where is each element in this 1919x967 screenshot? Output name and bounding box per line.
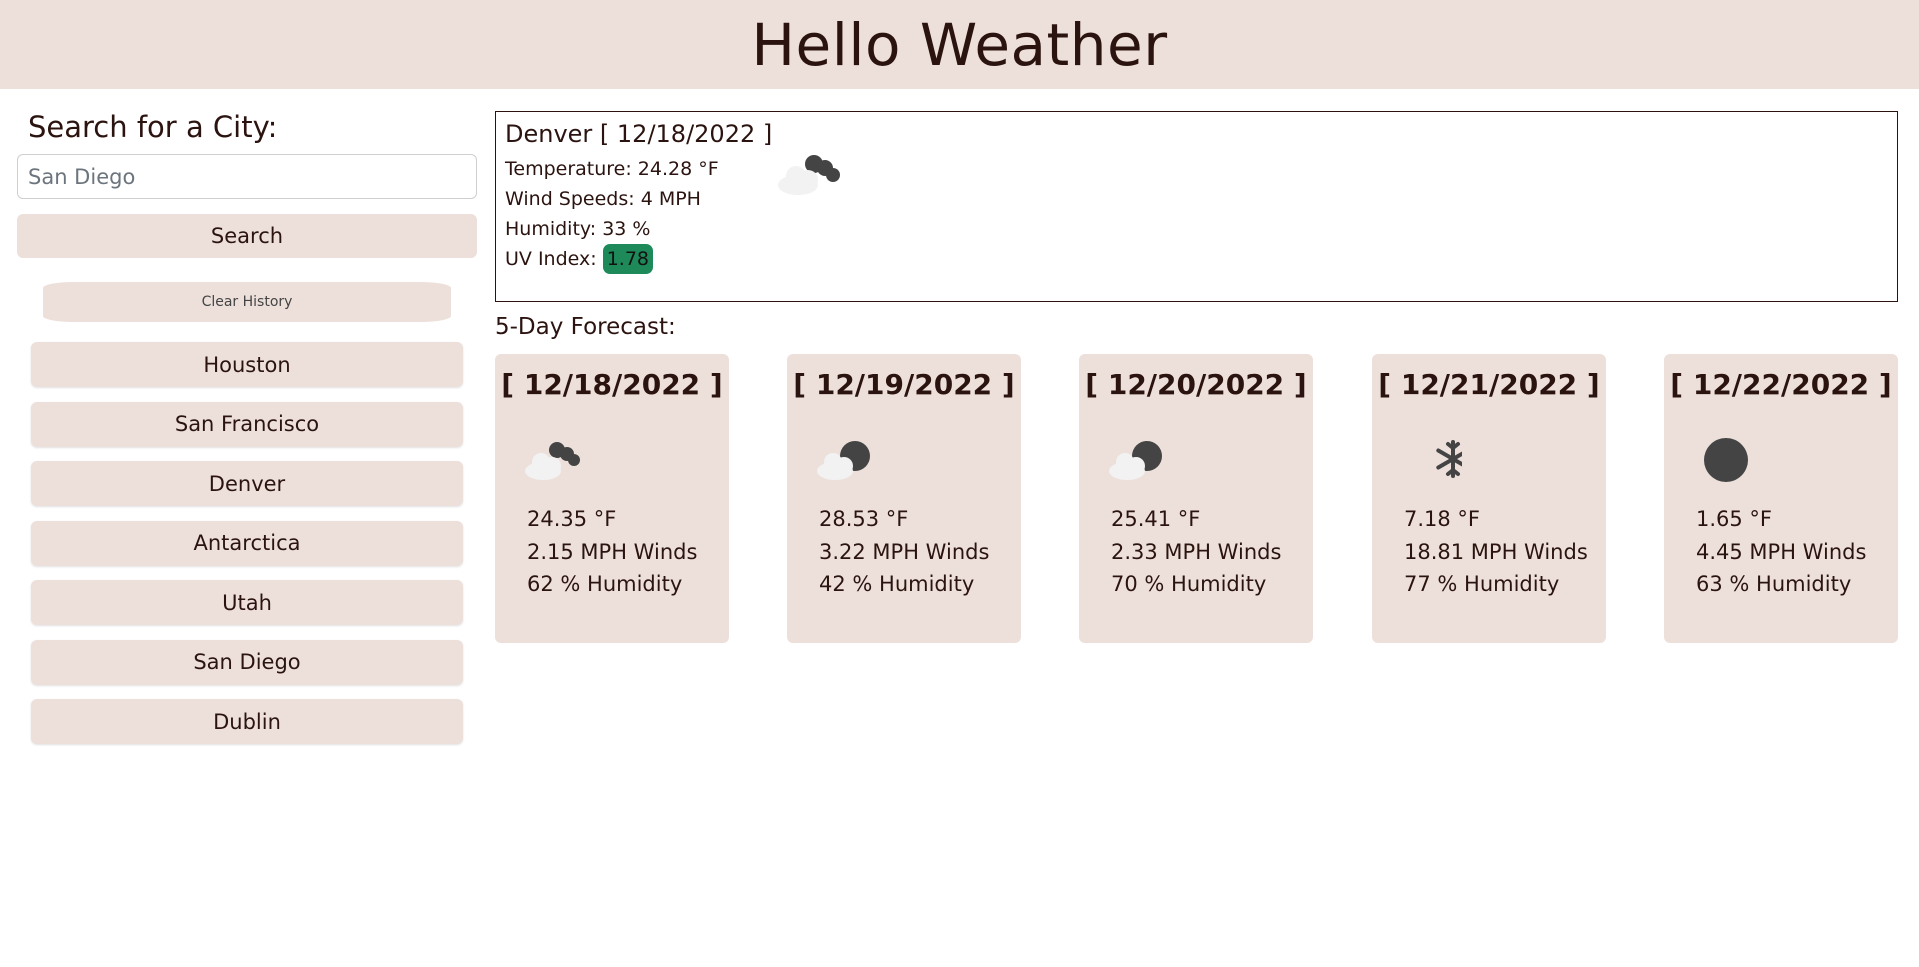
search-button[interactable]: Search <box>17 214 477 258</box>
history-city-button[interactable]: Houston <box>31 342 463 387</box>
forecast-humidity: 77 % Humidity <box>1404 572 1560 596</box>
forecast-wind: 3.22 MPH Winds <box>819 539 990 564</box>
forecast-wind: 2.15 MPH Winds <box>527 539 698 564</box>
partly-cloudy-night-icon <box>1109 441 1162 480</box>
history-city-button[interactable]: San Francisco <box>31 401 463 447</box>
forecast-wind: 2.33 MPH Winds <box>1111 539 1282 564</box>
forecast-temp: 1.65 °F <box>1696 507 1773 531</box>
history-city-button[interactable]: Dublin <box>31 699 463 744</box>
app-header: Hello Weather <box>0 0 1919 89</box>
city-search-input[interactable] <box>17 154 477 199</box>
forecast-temp: 7.18 °F <box>1404 507 1481 531</box>
partly-cloudy-night-icon <box>817 441 870 480</box>
forecast-date: [ 12/20/2022 ] <box>1085 368 1307 401</box>
current-uv-row: UV Index: 1.78 <box>505 244 1888 274</box>
history-city-button[interactable]: Utah <box>31 580 463 625</box>
forecast-temp: 25.41 °F <box>1111 507 1201 531</box>
forecast-date: [ 12/22/2022 ] <box>1670 368 1892 401</box>
forecast-details: 7.18 °F 18.81 MPH Winds 77 % Humidity <box>1386 503 1596 601</box>
app-title: Hello Weather <box>751 10 1168 79</box>
forecast-details: 1.65 °F 4.45 MPH Winds 63 % Humidity <box>1678 503 1888 601</box>
current-wind: Wind Speeds: 4 MPH <box>505 188 701 210</box>
forecast-wind: 4.45 MPH Winds <box>1696 539 1867 564</box>
uv-index-badge: 1.78 <box>602 244 654 274</box>
search-history-list: Houston San Francisco Denver Antarctica … <box>17 342 477 744</box>
forecast-card: [ 12/18/2022 ] 24.35 °F 2.15 MPH Winds 6… <box>495 354 729 643</box>
search-heading: Search for a City: <box>28 110 278 144</box>
history-city-button[interactable]: Antarctica <box>31 520 463 566</box>
forecast-temp: 24.35 °F <box>527 507 617 531</box>
forecast-card: [ 12/22/2022 ] 1.65 °F 4.45 MPH Winds 63… <box>1664 354 1898 643</box>
snowflake-icon <box>1436 440 1462 478</box>
clear-night-icon <box>1704 438 1748 482</box>
forecast-date: [ 12/21/2022 ] <box>1378 368 1600 401</box>
current-temperature: Temperature: 24.28 °F <box>505 158 719 180</box>
history-city-button[interactable]: Denver <box>31 461 463 506</box>
current-city-date: Denver [ 12/18/2022 ] <box>505 120 773 148</box>
forecast-card: [ 12/19/2022 ] 28.53 °F 3.22 MPH Winds 4… <box>787 354 1021 643</box>
forecast-details: 24.35 °F 2.15 MPH Winds 62 % Humidity <box>509 503 719 601</box>
forecast-humidity: 63 % Humidity <box>1696 572 1852 596</box>
forecast-heading: 5-Day Forecast: <box>495 314 676 340</box>
forecast-date: [ 12/19/2022 ] <box>793 368 1015 401</box>
forecast-wind: 18.81 MPH Winds <box>1404 539 1588 564</box>
forecast-date: [ 12/18/2022 ] <box>501 368 723 401</box>
forecast-card: [ 12/20/2022 ] 25.41 °F 2.33 MPH Winds 7… <box>1079 354 1313 643</box>
forecast-humidity: 42 % Humidity <box>819 572 975 596</box>
forecast-details: 25.41 °F 2.33 MPH Winds 70 % Humidity <box>1093 503 1303 601</box>
forecast-humidity: 62 % Humidity <box>527 572 683 596</box>
forecast-card: [ 12/21/2022 ] 7.18 °F 18.81 MPH Winds 7… <box>1372 354 1606 643</box>
cloudy-night-icon <box>525 442 580 480</box>
uv-label: UV Index: <box>505 248 597 270</box>
sidebar: Search for a City: Search Clear History … <box>17 110 477 759</box>
current-humidity: Humidity: 33 % <box>505 218 651 240</box>
current-weather-panel: Denver [ 12/18/2022 ] Temperature: 24.28… <box>495 111 1898 302</box>
forecast-temp: 28.53 °F <box>819 507 909 531</box>
cloudy-night-icon <box>778 155 840 195</box>
clear-history-button[interactable]: Clear History <box>43 282 451 322</box>
history-city-button[interactable]: San Diego <box>31 639 463 685</box>
forecast-humidity: 70 % Humidity <box>1111 572 1267 596</box>
forecast-details: 28.53 °F 3.22 MPH Winds 42 % Humidity <box>801 503 1011 601</box>
